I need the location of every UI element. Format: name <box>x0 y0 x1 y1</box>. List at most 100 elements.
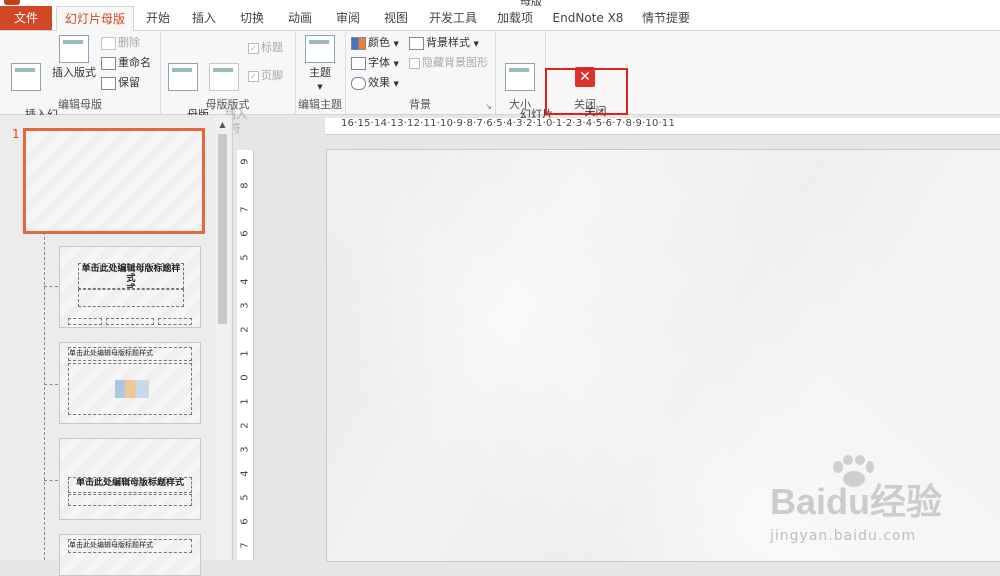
watermark: Baidu经验 jingyan.baidu.com <box>760 455 990 555</box>
group-background: 颜色 ▼ 字体 ▼ 效果 ▼ 背景样式 ▼ 隐藏背景图形 背景 ↘ <box>345 31 496 114</box>
layout-thumbnail-content[interactable]: 单击此处编辑母版标题样式 <box>59 342 201 424</box>
background-styles-icon <box>409 36 424 50</box>
powerpoint-logo-icon <box>4 0 20 5</box>
date-placeholder <box>68 318 102 325</box>
footer-checkbox[interactable]: ✓ 页脚 <box>248 67 283 85</box>
content-title-text: 单击此处编辑母版标题样式 <box>69 349 153 357</box>
preserve-button[interactable]: 保留 <box>101 74 140 92</box>
ribbon-tabs: 文件 幻灯片母版 开始 插入 切换 动画 审阅 视图 开发工具 加载项 EndN… <box>0 6 1000 32</box>
themes-dropdown-icon: ▼ <box>317 83 323 91</box>
ribbon: 插入幻 灯片母版 插入版式 删除 重命名 保留 编辑母版 母版 版式 插入 占位… <box>0 31 1000 135</box>
vertical-ruler-number: 4 <box>239 470 251 477</box>
tab-insert[interactable]: 插入 <box>184 6 224 30</box>
master-thumbnail[interactable] <box>23 128 205 234</box>
rename-icon <box>101 56 116 70</box>
content-title-placeholder: 单击此处编辑母版标题样式 <box>68 347 192 361</box>
insert-layout-button[interactable]: 插入版式 <box>50 35 98 80</box>
slide-number: 1 <box>12 127 20 141</box>
tab-view[interactable]: 视图 <box>376 6 416 30</box>
themes-button[interactable]: 主题 ▼ <box>303 35 337 94</box>
content-icons-icon <box>115 380 149 398</box>
slide-master-icon <box>11 63 41 91</box>
layout-title-text: 单击此处编辑母版标题样式 <box>81 264 181 284</box>
two-content-title-placeholder: 单击此处编辑母版标题样式 <box>68 539 192 553</box>
vertical-ruler-number: 7 <box>239 206 251 213</box>
effects-button[interactable]: 效果 ▼ <box>351 74 399 92</box>
layout-thumbnail-title[interactable]: 单击此处编辑母版标题样式式 <box>59 246 201 328</box>
tab-transitions[interactable]: 切换 <box>232 6 272 30</box>
footer-check-icon: ✓ <box>248 70 259 82</box>
vertical-ruler: 9 8 7 6 5 4 3 2 1 0 1 2 3 4 5 6 7 <box>237 150 254 560</box>
master-layout-icon <box>168 63 198 91</box>
colors-button[interactable]: 颜色 ▼ <box>351 34 399 52</box>
vertical-ruler-number: 1 <box>239 350 251 357</box>
theme-icon <box>305 35 335 63</box>
section-text-placeholder <box>68 494 192 506</box>
slide-number-placeholder <box>158 318 192 325</box>
hide-background-label: 隐藏背景图形 <box>422 56 488 69</box>
tree-branch <box>44 480 58 481</box>
hide-background-checkbox[interactable]: 隐藏背景图形 <box>409 54 488 72</box>
dialog-launcher-icon[interactable]: ↘ <box>485 102 492 111</box>
insert-layout-label: 插入版式 <box>52 66 96 79</box>
slides-scrollbar[interactable]: ▲ <box>215 118 230 560</box>
effects-dropdown-icon: ▼ <box>393 80 399 88</box>
colors-dropdown-icon: ▼ <box>393 40 399 48</box>
vertical-ruler-number: 9 <box>239 158 251 165</box>
tab-endnote[interactable]: EndNote X8 <box>550 6 626 30</box>
fonts-label: 字体 <box>368 56 390 69</box>
vertical-ruler-number: 5 <box>239 494 251 501</box>
color-palette-icon <box>351 36 366 50</box>
group-label-edit-theme: 编辑主题 <box>298 98 342 111</box>
tab-storyboard[interactable]: 情节提要 <box>636 6 696 30</box>
background-styles-label: 背景样式 <box>426 36 470 49</box>
group-label-size: 大小 <box>509 98 531 111</box>
tab-developer[interactable]: 开发工具 <box>424 6 482 30</box>
group-edit-master: 插入幻 灯片母版 插入版式 删除 重命名 保留 编辑母版 <box>0 31 161 135</box>
title-checkbox[interactable]: ✓ 标题 <box>248 39 283 57</box>
group-size: 幻灯片 大小 大小 <box>495 31 553 135</box>
tab-slide-master[interactable]: 幻灯片母版 <box>56 6 134 32</box>
vertical-ruler-number: 2 <box>239 326 251 333</box>
group-label-background: 背景 <box>409 98 431 111</box>
effects-label: 效果 <box>368 76 390 89</box>
colors-label: 颜色 <box>368 36 390 49</box>
tab-addins[interactable]: 加载项 <box>490 6 540 30</box>
vertical-ruler-number: 6 <box>239 518 251 525</box>
tab-home[interactable]: 开始 <box>138 6 178 30</box>
vertical-ruler-number: 4 <box>239 278 251 285</box>
effects-icon <box>351 76 366 90</box>
tree-branch <box>44 286 58 287</box>
title-check-label: 标题 <box>261 41 283 54</box>
group-label-master-layout: 母版版式 <box>205 98 250 111</box>
layout-title-placeholder: 单击此处编辑母版标题样式式 <box>78 263 184 289</box>
scroll-up-icon[interactable]: ▲ <box>215 118 230 132</box>
vertical-ruler-number: 0 <box>239 374 251 381</box>
fonts-button[interactable]: 字体 ▼ <box>351 54 399 72</box>
vertical-ruler-number: 7 <box>239 542 251 549</box>
vertical-ruler-number: 2 <box>239 422 251 429</box>
group-label-edit-master: 编辑母版 <box>58 98 102 111</box>
preserve-label: 保留 <box>118 76 140 89</box>
background-styles-button[interactable]: 背景样式 ▼ <box>409 34 479 52</box>
layout-thumbnail-two-content[interactable]: 单击此处编辑母版标题样式 <box>59 534 201 576</box>
vertical-ruler-number: 8 <box>239 182 251 189</box>
vertical-ruler-number: 3 <box>239 302 251 309</box>
scroll-thumb[interactable] <box>218 134 227 324</box>
layout-thumbnail-section[interactable]: 单击此处编辑母版标题样式 <box>59 438 201 520</box>
rename-label: 重命名 <box>118 56 151 69</box>
tab-file[interactable]: 文件 <box>0 6 52 30</box>
delete-button[interactable]: 删除 <box>101 34 140 52</box>
vertical-ruler-number: 3 <box>239 446 251 453</box>
rename-button[interactable]: 重命名 <box>101 54 151 72</box>
watermark-main-text: Baidu经验 <box>770 481 943 522</box>
tab-review[interactable]: 审阅 <box>328 6 368 30</box>
section-title-text: 单击此处编辑母版标题样式 <box>75 478 184 488</box>
delete-icon <box>101 36 116 50</box>
tab-animations[interactable]: 动画 <box>280 6 320 30</box>
hide-bg-check-icon <box>409 57 420 69</box>
group-master-layout: 母版 版式 插入 占位符 ✓标题 ✓页脚 母版版式 <box>160 31 296 135</box>
watermark-sub-text: jingyan.baidu.com <box>770 528 917 544</box>
placeholder-icon <box>209 63 239 91</box>
bg-styles-dropdown-icon: ▼ <box>473 40 479 48</box>
